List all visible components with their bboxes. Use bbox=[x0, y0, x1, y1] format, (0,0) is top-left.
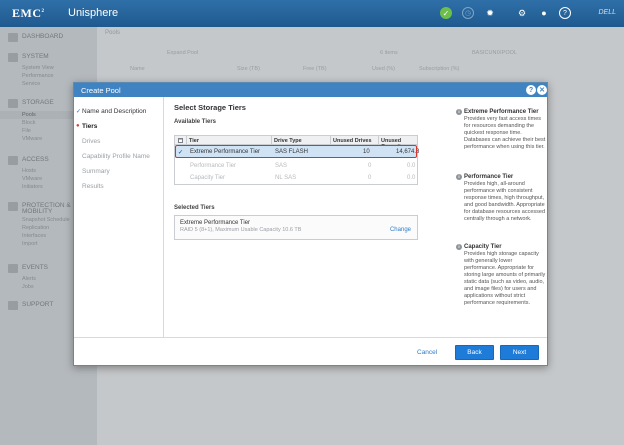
wizard-steps: ✓ Name and Description ● Tiers Drives Capa… bbox=[74, 97, 164, 337]
help-title: Extreme Performance Tier bbox=[464, 109, 539, 115]
selected-tier-name: Extreme Performance Tier bbox=[180, 220, 251, 226]
change-link[interactable]: Change bbox=[390, 227, 411, 233]
gear-icon[interactable]: ⚙ bbox=[516, 7, 528, 19]
cell-unused-drives: 0 bbox=[368, 174, 372, 181]
alert-bell-icon[interactable]: ✹ bbox=[484, 7, 496, 19]
selected-tier-detail: RAID 5 (8+1), Maximum Usable Capacity 10… bbox=[180, 227, 302, 233]
current-step-icon: ● bbox=[76, 123, 80, 129]
wizard-main: Select Storage Tiers Available Tiers – T… bbox=[173, 97, 428, 337]
dialog-title: Create Pool bbox=[81, 86, 121, 95]
help-text: Provides high, all-around performance wi… bbox=[464, 181, 546, 222]
help-title: Performance Tier bbox=[464, 174, 514, 180]
step-name-description[interactable]: ✓ Name and Description bbox=[76, 108, 146, 115]
selected-tier-card: Extreme Performance Tier RAID 5 (8+1), M… bbox=[174, 215, 418, 240]
help-icon[interactable]: ? bbox=[526, 85, 536, 95]
top-header: EMC2 Unisphere ✓ ◷ ✹ ⚙ ● ? DELL bbox=[0, 0, 624, 27]
help-text: Provides high storage capacity with gene… bbox=[464, 251, 546, 306]
selected-tiers-label: Selected Tiers bbox=[174, 205, 215, 211]
next-button[interactable]: Next bbox=[500, 345, 539, 360]
col-tier[interactable]: Tier bbox=[189, 138, 199, 144]
available-tiers-label: Available Tiers bbox=[174, 119, 217, 125]
info-icon: i bbox=[456, 244, 462, 250]
cell-drive: NL SAS bbox=[275, 174, 297, 181]
close-icon[interactable]: ✕ bbox=[537, 85, 547, 95]
dialog-footer: Cancel Back Next bbox=[74, 337, 547, 365]
step-capability-profile: Capability Profile Name bbox=[82, 153, 150, 160]
cell-drive: SAS bbox=[275, 162, 288, 169]
user-icon[interactable]: ● bbox=[538, 7, 550, 19]
section-heading: Select Storage Tiers bbox=[174, 103, 246, 112]
step-results: Results bbox=[82, 183, 104, 190]
step-drives: Drives bbox=[82, 138, 101, 145]
create-pool-dialog: Create Pool ? ✕ ✓ Name and Description ● T… bbox=[73, 82, 548, 366]
product-name: Unisphere bbox=[68, 7, 119, 19]
cancel-button[interactable]: Cancel bbox=[417, 349, 437, 356]
step-summary: Summary bbox=[82, 168, 110, 175]
collapse-all-checkbox[interactable]: – bbox=[178, 138, 183, 143]
vendor-logo: DELL bbox=[598, 9, 616, 16]
dialog-title-bar: Create Pool ? ✕ bbox=[74, 83, 547, 97]
info-icon: i bbox=[456, 109, 462, 115]
col-unused-drives[interactable]: Unused Drives bbox=[333, 138, 372, 144]
tiers-table: – Tier Drive Type Unused Drives Unused C… bbox=[174, 135, 419, 185]
check-icon: ✓ bbox=[76, 109, 82, 115]
table-row: Capacity Tier NL SAS 0 0.0 bbox=[175, 172, 417, 183]
cell-tier: Performance Tier bbox=[190, 162, 237, 169]
selection-highlight bbox=[175, 145, 417, 158]
cell-capacity: 0.0 bbox=[407, 162, 416, 169]
back-button[interactable]: Back bbox=[455, 345, 494, 360]
check-icon[interactable]: ✓ bbox=[440, 7, 452, 19]
cell-unused-drives: 0 bbox=[368, 162, 372, 169]
step-tiers[interactable]: ● Tiers bbox=[76, 123, 97, 130]
clock-icon[interactable]: ◷ bbox=[462, 7, 474, 19]
info-icon: i bbox=[456, 174, 462, 180]
cell-tier: Capacity Tier bbox=[190, 174, 226, 181]
table-header: – Tier Drive Type Unused Drives Unused C… bbox=[175, 136, 417, 156]
cell-capacity: 0.0 bbox=[407, 174, 416, 181]
help-panel: i Extreme Performance Tier Provides very… bbox=[456, 97, 548, 337]
help-icon[interactable]: ? bbox=[559, 7, 571, 19]
help-title: Capacity Tier bbox=[464, 244, 502, 250]
brand-logo: EMC2 bbox=[12, 6, 45, 20]
table-row: Performance Tier SAS 0 0.0 bbox=[175, 160, 417, 171]
col-drive-type[interactable]: Drive Type bbox=[274, 138, 302, 144]
help-text: Provides very fast access times for reso… bbox=[464, 116, 546, 150]
